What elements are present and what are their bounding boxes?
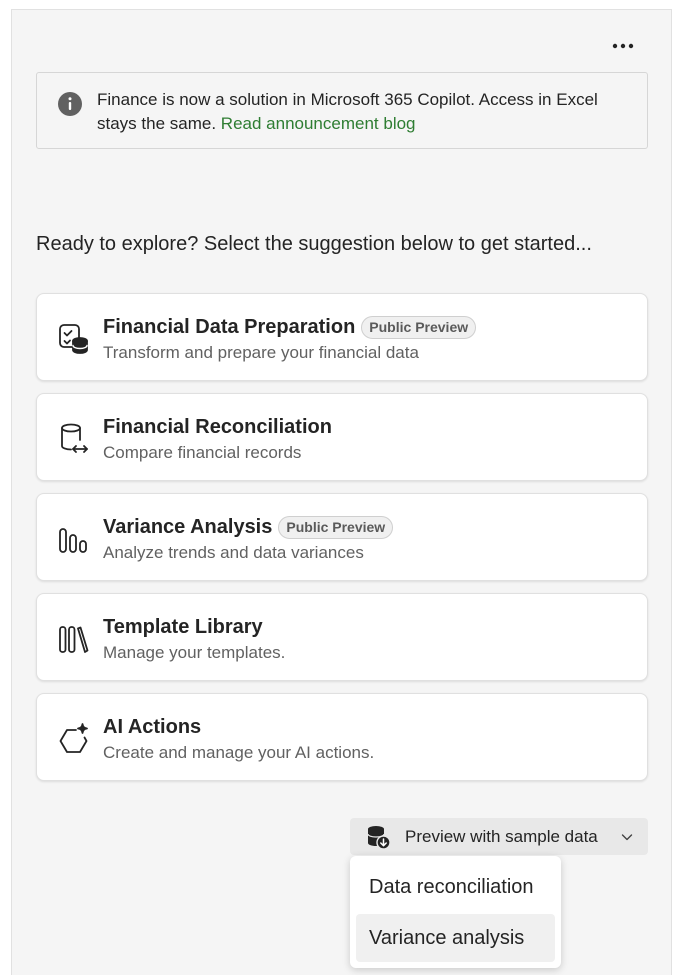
- card-description: Compare financial records: [103, 443, 302, 462]
- card-description: Create and manage your AI actions.: [103, 743, 375, 762]
- ai-actions-icon: [59, 723, 88, 753]
- card-template-library[interactable]: Template Library Manage your templates.: [36, 593, 648, 681]
- more-options-button[interactable]: [609, 32, 637, 60]
- preview-sample-data-button[interactable]: Preview with sample data: [350, 818, 648, 855]
- announcement-text: Finance is now a solution in Microsoft 3…: [97, 88, 627, 136]
- reconciliation-icon: [61, 423, 88, 453]
- card-description: Transform and prepare your financial dat…: [103, 343, 419, 362]
- variance-analysis-icon: [59, 528, 87, 553]
- data-preparation-icon: [59, 324, 88, 354]
- card-title: Template Library: [103, 616, 263, 638]
- card-title: Variance Analysis: [103, 516, 273, 538]
- info-icon: [58, 92, 82, 116]
- announcement-banner: Finance is now a solution in Microsoft 3…: [36, 72, 648, 149]
- chevron-down-icon[interactable]: [620, 830, 634, 844]
- card-variance-analysis[interactable]: Variance Analysis Public Preview Analyze…: [36, 493, 648, 581]
- finance-task-pane: Finance is now a solution in Microsoft 3…: [11, 9, 672, 975]
- menu-item-data-reconciliation[interactable]: Data reconciliation: [356, 863, 555, 911]
- suggestion-prompt: Ready to explore? Select the suggestion …: [36, 233, 592, 255]
- card-title: AI Actions: [103, 716, 202, 738]
- card-description: Analyze trends and data variances: [103, 543, 364, 562]
- card-title: Financial Data Preparation: [103, 316, 356, 338]
- card-financial-data-preparation[interactable]: Financial Data Preparation Public Previe…: [36, 293, 648, 381]
- card-description: Manage your templates.: [103, 643, 286, 662]
- card-ai-actions[interactable]: AI Actions Create and manage your AI act…: [36, 693, 648, 781]
- public-preview-badge: Public Preview: [361, 315, 477, 339]
- sample-data-menu: Data reconciliation Variance analysis: [350, 856, 561, 968]
- announcement-blog-link[interactable]: Read announcement blog: [221, 114, 416, 133]
- more-horizontal-icon: [612, 43, 634, 49]
- card-title: Financial Reconciliation: [103, 416, 332, 438]
- template-library-icon: [59, 626, 89, 653]
- card-financial-reconciliation[interactable]: Financial Reconciliation Compare financi…: [36, 393, 648, 481]
- menu-item-variance-analysis[interactable]: Variance analysis: [356, 914, 555, 962]
- public-preview-badge: Public Preview: [278, 515, 394, 539]
- preview-sample-data-label: Preview with sample data: [405, 827, 598, 846]
- database-download-icon: [367, 826, 391, 850]
